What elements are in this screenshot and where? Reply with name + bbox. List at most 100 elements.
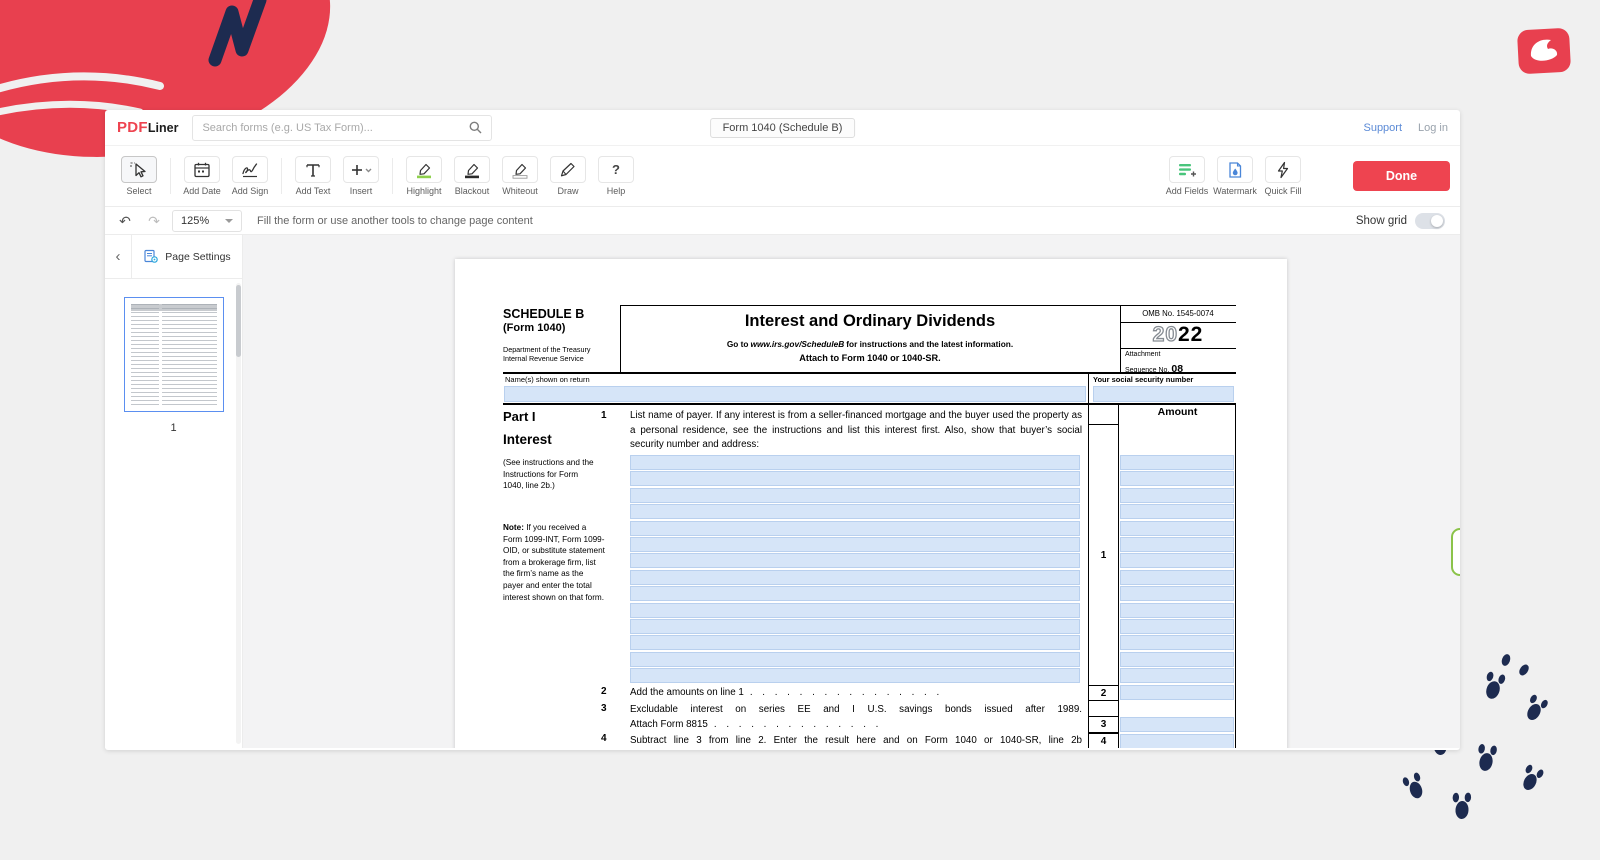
payer-input-row[interactable]: [630, 586, 1080, 601]
whiteout-button[interactable]: Whiteout: [496, 156, 544, 196]
search-input[interactable]: [202, 122, 469, 134]
part-1-label: Part I: [503, 409, 536, 424]
payer-input-row[interactable]: [630, 619, 1080, 634]
payer-input-row[interactable]: [630, 521, 1080, 536]
name-input-field[interactable]: [504, 386, 1086, 402]
signature-icon: [232, 156, 268, 183]
secondary-toolbar: ↶ ↷ 125% Fill the form or use another to…: [105, 206, 1460, 235]
zoom-select[interactable]: 125%: [172, 210, 242, 232]
line-1-row-box: 1: [1088, 424, 1119, 685]
amount-input-row[interactable]: [1120, 521, 1234, 536]
search-box[interactable]: [192, 115, 492, 141]
side-panel-handle[interactable]: [1451, 528, 1460, 576]
line-3-text-2: Attach Form 8815 . . . . . . . . . . . .…: [630, 717, 1080, 732]
add-date-button[interactable]: Add Date: [178, 156, 226, 196]
payer-input-row[interactable]: [630, 455, 1080, 470]
payer-input-row[interactable]: [630, 471, 1080, 486]
amount-input-row[interactable]: [1120, 504, 1234, 519]
payer-input-row[interactable]: [630, 553, 1080, 568]
amount-input-row[interactable]: [1120, 570, 1234, 585]
payer-rows: [630, 455, 1080, 683]
pen-icon: [550, 156, 586, 183]
payer-input-row[interactable]: [630, 488, 1080, 503]
payer-input-row[interactable]: [630, 537, 1080, 552]
text-icon: [295, 156, 331, 183]
amount-input-row[interactable]: [1120, 619, 1234, 634]
insert-button[interactable]: Insert: [337, 156, 385, 196]
sidebar-scrollbar-thumb[interactable]: [236, 285, 241, 357]
help-button[interactable]: ? Help: [592, 156, 640, 196]
navy-squiggle-decoration: [215, 0, 260, 60]
brand-corner-logo: [1516, 26, 1572, 76]
note-text: Note: If you received a Form 1099-INT, F…: [503, 522, 605, 603]
highlight-button[interactable]: Highlight: [400, 156, 448, 196]
line-4-amount-field[interactable]: [1120, 734, 1234, 748]
search-icon: [469, 121, 482, 134]
ssn-label: Your social security number: [1093, 375, 1193, 384]
amount-input-row[interactable]: [1120, 586, 1234, 601]
dept-treasury-label: Department of the Treasury: [503, 345, 591, 354]
amount-input-row[interactable]: [1120, 537, 1234, 552]
payer-input-row[interactable]: [630, 570, 1080, 585]
omb-number: OMB No. 1545-0074: [1120, 309, 1236, 318]
payer-input-row[interactable]: [630, 603, 1080, 618]
part-1-title: Interest: [503, 432, 552, 447]
payer-input-row[interactable]: [630, 668, 1080, 683]
collapse-sidebar-button[interactable]: ‹: [105, 235, 131, 279]
add-sign-button[interactable]: Add Sign: [226, 156, 274, 196]
irs-url: www.irs.gov/ScheduleB: [751, 339, 845, 349]
amount-input-row[interactable]: [1120, 455, 1234, 470]
page-number-label: 1: [105, 422, 242, 434]
highlight-icon: [406, 156, 442, 183]
page-settings-label: Page Settings: [165, 251, 230, 263]
amount-input-row[interactable]: [1120, 635, 1234, 650]
quick-fill-button[interactable]: Quick Fill: [1259, 156, 1307, 196]
blackout-icon: [454, 156, 490, 183]
pdfliner-logo[interactable]: PDFLiner: [117, 119, 178, 136]
draw-button[interactable]: Draw: [544, 156, 592, 196]
amount-input-row[interactable]: [1120, 488, 1234, 503]
ssn-input-field[interactable]: [1093, 386, 1234, 402]
main-toolbar: Select Add Date Add Si: [105, 146, 1460, 206]
add-fields-button[interactable]: Add Fields: [1163, 156, 1211, 196]
show-grid-toggle[interactable]: [1415, 213, 1445, 229]
amount-column-header: Amount: [1119, 406, 1236, 418]
amount-input-row[interactable]: [1120, 603, 1234, 618]
toolbar-divider: [170, 158, 171, 194]
amount-input-row[interactable]: [1120, 668, 1234, 683]
document-canvas: SCHEDULE B (Form 1040) Department of the…: [243, 235, 1460, 748]
tax-year: 2022: [1120, 323, 1236, 347]
amount-input-row[interactable]: [1120, 471, 1234, 486]
done-button[interactable]: Done: [1353, 161, 1450, 191]
undo-button[interactable]: ↶: [114, 210, 136, 232]
amount-input-row[interactable]: [1120, 652, 1234, 667]
chevron-down-icon: [225, 219, 233, 223]
add-text-button[interactable]: Add Text: [289, 156, 337, 196]
login-link[interactable]: Log in: [1418, 122, 1448, 134]
blackout-button[interactable]: Blackout: [448, 156, 496, 196]
attach-line: Attach to Form 1040 or 1040-SR.: [620, 353, 1120, 363]
redo-button[interactable]: ↷: [143, 210, 165, 232]
calendar-icon: [184, 156, 220, 183]
watermark-doc-icon: [1217, 156, 1253, 183]
line-2-box: 2: [1088, 685, 1119, 701]
line-3-amount-field[interactable]: [1120, 717, 1234, 732]
form-1040-label: (Form 1040): [503, 322, 565, 334]
select-tool-button[interactable]: Select: [115, 156, 163, 196]
page-thumbnail[interactable]: [124, 297, 224, 412]
document-title-tab[interactable]: Form 1040 (Schedule B): [710, 118, 856, 138]
line-2-number: 2: [601, 686, 623, 697]
pdf-page: SCHEDULE B (Form 1040) Department of the…: [455, 259, 1287, 748]
line-2-amount-field[interactable]: [1120, 685, 1234, 700]
watermark-button[interactable]: Watermark: [1211, 156, 1259, 196]
cursor-icon: [121, 156, 157, 183]
amount-input-row[interactable]: [1120, 553, 1234, 568]
payer-input-row[interactable]: [630, 652, 1080, 667]
payer-input-row[interactable]: [630, 635, 1080, 650]
payer-input-row[interactable]: [630, 504, 1080, 519]
support-link[interactable]: Support: [1363, 122, 1402, 134]
thumbnail-preview: [131, 304, 217, 405]
page-settings-button[interactable]: Page Settings: [132, 235, 242, 279]
logo-liner-text: Liner: [148, 121, 179, 135]
zoom-value: 125%: [181, 215, 209, 227]
